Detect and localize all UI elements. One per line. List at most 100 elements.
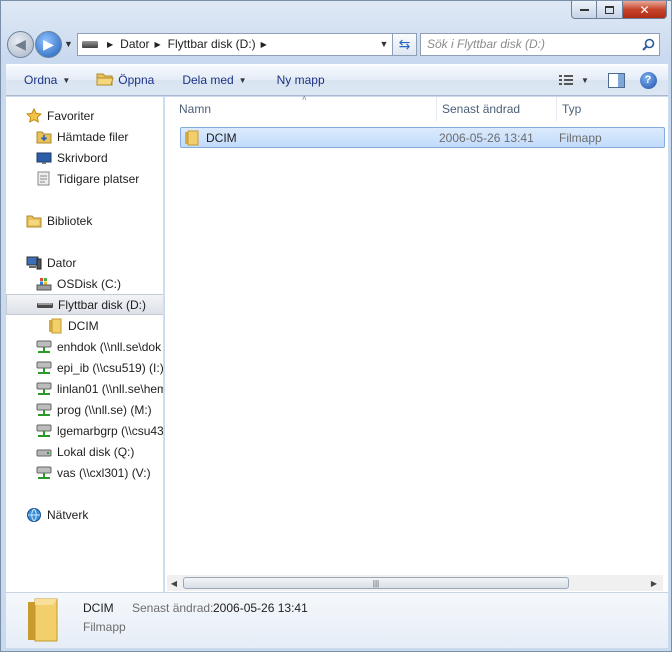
refresh-icon: ⇆ bbox=[398, 35, 411, 52]
close-icon: ✕ bbox=[639, 2, 650, 17]
chevron-down-icon: ▼ bbox=[62, 75, 71, 85]
nav-linlan01[interactable]: linlan01 (\\nll.se\hem bbox=[6, 378, 163, 399]
nav-tidigare-platser[interactable]: Tidigare platser bbox=[6, 168, 163, 189]
search-box bbox=[420, 32, 660, 56]
column-headers: ˄ Namn Senast ändrad Typ bbox=[165, 94, 668, 121]
minimize-button[interactable] bbox=[571, 1, 597, 19]
breadcrumb-dator[interactable]: Dator bbox=[120, 37, 149, 51]
horizontal-scrollbar[interactable]: ◀ ||| ▶ bbox=[167, 575, 663, 591]
ordna-button[interactable]: Ordna ▼ bbox=[16, 68, 78, 92]
nav-lokal-disk-q[interactable]: Lokal disk (Q:) bbox=[6, 441, 163, 462]
scroll-right-icon[interactable]: ▶ bbox=[647, 579, 661, 588]
nav-flyttbar-disk-d[interactable]: Flyttbar disk (D:) bbox=[6, 294, 163, 315]
file-type-cell: Filmapp bbox=[559, 130, 602, 145]
preview-pane-icon bbox=[607, 72, 625, 88]
nav-favoriter[interactable]: Favoriter bbox=[6, 105, 163, 126]
computer-icon bbox=[26, 255, 42, 271]
chevron-down-icon: ▼ bbox=[581, 75, 589, 85]
preview-pane-button[interactable] bbox=[602, 69, 630, 91]
sort-ascending-icon: ˄ bbox=[302, 94, 307, 103]
arrow-right-icon: ▶ bbox=[43, 35, 54, 52]
scroll-left-icon[interactable]: ◀ bbox=[167, 579, 181, 588]
details-pane: DCIM Senast ändrad: 2006-05-26 13:41 Fil… bbox=[6, 592, 668, 648]
breadcrumb-chevron-icon[interactable]: ▶ bbox=[261, 40, 267, 49]
search-input[interactable] bbox=[427, 37, 637, 51]
network-drive-icon bbox=[36, 360, 52, 376]
details-name: DCIM bbox=[83, 601, 114, 615]
oppna-button[interactable]: Öppna bbox=[88, 68, 162, 92]
nav-vas[interactable]: vas (\\cxl301) (V:) bbox=[6, 462, 163, 483]
nav-bibliotek[interactable]: Bibliotek bbox=[6, 210, 163, 231]
network-drive-icon bbox=[36, 339, 52, 355]
help-icon: ? bbox=[639, 71, 657, 89]
details-type: Filmapp bbox=[83, 620, 126, 634]
details-modified-value: 2006-05-26 13:41 bbox=[213, 601, 308, 615]
breadcrumb-chevron-icon[interactable]: ▶ bbox=[155, 40, 161, 49]
nav-hamtade-filer[interactable]: Hämtade filer bbox=[6, 126, 163, 147]
minimize-icon bbox=[579, 8, 589, 11]
network-icon bbox=[26, 507, 42, 523]
column-header-typ[interactable]: Typ bbox=[557, 97, 617, 121]
nav-dator[interactable]: Dator bbox=[6, 252, 163, 273]
nav-lgemarbgrp[interactable]: lgemarbgrp (\\csu43 bbox=[6, 420, 163, 441]
explorer-window: ✕ ◀ ▶ ▼ ▶ Dator ▶ Flyttbar disk (D:) ▶ ▼… bbox=[0, 0, 672, 652]
window-controls: ✕ bbox=[571, 1, 667, 19]
column-header-senast-andrad[interactable]: Senast ändrad bbox=[437, 97, 557, 121]
windows-drive-icon bbox=[36, 276, 52, 292]
nav-skrivbord[interactable]: Skrivbord bbox=[6, 147, 163, 168]
removable-drive-icon bbox=[82, 40, 98, 48]
network-drive-icon bbox=[36, 423, 52, 439]
arrow-left-icon: ◀ bbox=[15, 35, 26, 52]
breadcrumb-flyttbar-disk[interactable]: Flyttbar disk (D:) bbox=[168, 37, 256, 51]
local-disk-icon bbox=[36, 444, 52, 460]
close-button[interactable]: ✕ bbox=[623, 1, 667, 19]
back-button[interactable]: ◀ bbox=[7, 30, 34, 58]
nav-prog[interactable]: prog (\\nll.se) (M:) bbox=[6, 399, 163, 420]
view-controls: ▼ ? bbox=[556, 69, 668, 91]
file-name-cell: DCIM bbox=[181, 130, 439, 146]
star-icon bbox=[26, 107, 42, 124]
folder-icon bbox=[183, 130, 200, 146]
network-drive-icon bbox=[36, 465, 52, 481]
details-view-icon bbox=[559, 75, 574, 85]
column-header-namn[interactable]: ˄ Namn bbox=[165, 94, 437, 121]
scrollbar-thumb[interactable]: ||| bbox=[183, 577, 569, 589]
chevron-down-icon: ▼ bbox=[238, 75, 247, 85]
address-row: ◀ ▶ ▼ ▶ Dator ▶ Flyttbar disk (D:) ▶ ▼ ⇆ bbox=[7, 29, 667, 59]
details-modified-label: Senast ändrad: bbox=[132, 601, 214, 615]
forward-button[interactable]: ▶ bbox=[35, 30, 62, 58]
maximize-button[interactable] bbox=[597, 1, 623, 19]
address-bar[interactable]: ▶ Dator ▶ Flyttbar disk (D:) ▶ ▼ bbox=[77, 32, 393, 56]
ny-mapp-label: Ny mapp bbox=[276, 73, 325, 87]
recent-pages-dropdown[interactable]: ▼ bbox=[64, 39, 74, 49]
nav-natverk[interactable]: Nätverk bbox=[6, 504, 163, 525]
address-dropdown-icon[interactable]: ▼ bbox=[376, 39, 392, 49]
dela-med-button[interactable]: Dela med ▼ bbox=[174, 68, 254, 92]
help-button[interactable]: ? bbox=[634, 69, 662, 91]
network-drive-icon bbox=[36, 381, 52, 397]
nav-osdisk-c[interactable]: OSDisk (C:) bbox=[6, 273, 163, 294]
file-list-pane: ˄ Namn Senast ändrad Typ DCIM 2006-05-26… bbox=[165, 94, 668, 592]
open-folder-icon bbox=[96, 72, 114, 89]
breadcrumb-chevron-icon[interactable]: ▶ bbox=[107, 40, 113, 49]
refresh-button[interactable]: ⇆ bbox=[393, 32, 417, 56]
nav-dcim[interactable]: DCIM bbox=[6, 315, 163, 336]
oppna-label: Öppna bbox=[118, 73, 155, 87]
ny-mapp-button[interactable]: Ny mapp bbox=[269, 68, 333, 92]
removable-drive-icon bbox=[37, 297, 53, 313]
nav-epi-ib[interactable]: epi_ib (\\csu519) (I:) bbox=[6, 357, 163, 378]
recent-places-icon bbox=[36, 171, 52, 187]
file-modified-cell: 2006-05-26 13:41 bbox=[439, 130, 534, 145]
command-bar: Ordna ▼ Öppna Dela med ▼ Ny mapp ▼ ? bbox=[6, 64, 668, 96]
network-drive-icon bbox=[36, 402, 52, 418]
search-icon[interactable] bbox=[637, 38, 659, 51]
folder-icon bbox=[25, 596, 61, 647]
navigation-pane: Favoriter Hämtade filer Skrivbord Tidiga… bbox=[6, 97, 164, 592]
desktop-icon bbox=[36, 150, 52, 166]
ordna-label: Ordna bbox=[24, 73, 58, 87]
file-row-dcim[interactable]: DCIM 2006-05-26 13:41 Filmapp bbox=[180, 127, 665, 148]
nav-enhdok[interactable]: enhdok (\\nll.se\dok bbox=[6, 336, 163, 357]
folder-icon bbox=[47, 318, 63, 334]
library-icon bbox=[26, 213, 42, 229]
change-view-button[interactable]: ▼ bbox=[556, 69, 592, 91]
